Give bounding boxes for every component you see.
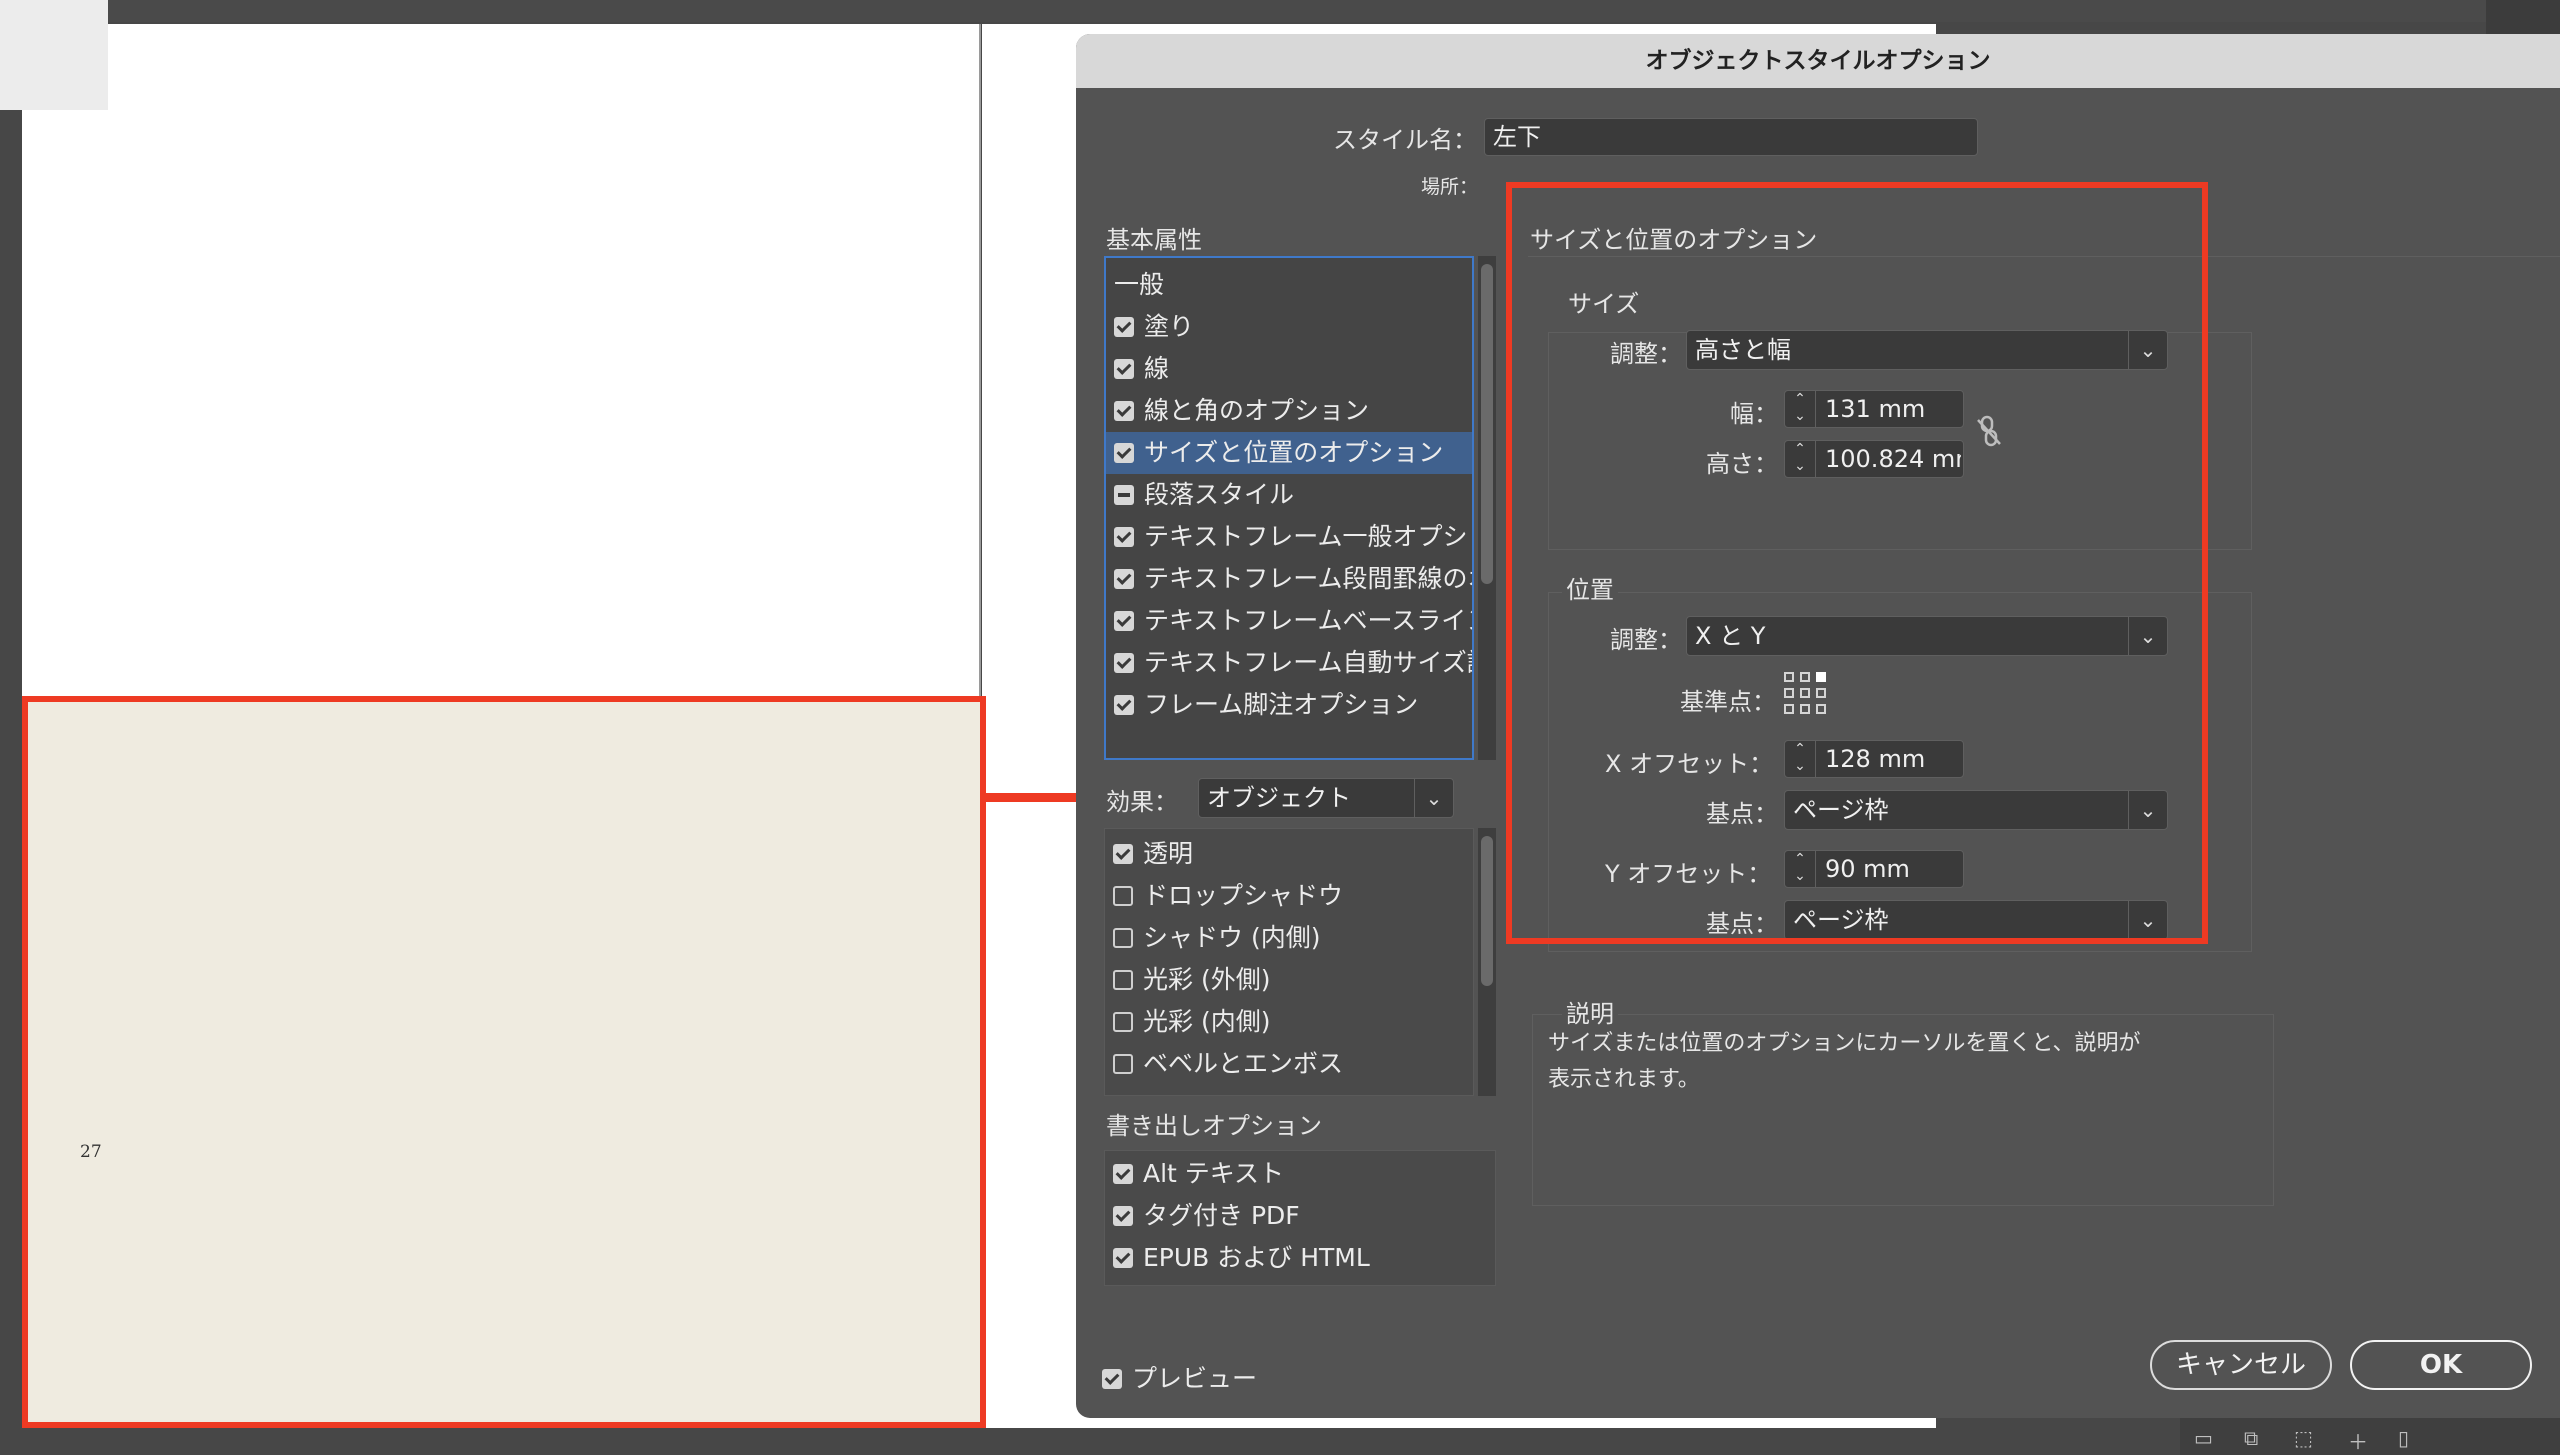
effects-list[interactable]: 透明 ドロップシャドウ シャドウ (内側) 光彩 (外側) 光彩 (内側) ベベ… xyxy=(1104,828,1474,1096)
basic-attributes-label: 基本属性 xyxy=(1106,226,1202,254)
effects-list-scrollbar[interactable] xyxy=(1478,828,1496,1096)
object-style-options-dialog: オブジェクトスタイルオプション スタイル名： 左下 場所： 基本属性 一般 塗り… xyxy=(1076,34,2560,1418)
effects-select-value: オブジェクト xyxy=(1207,784,1351,812)
cancel-button[interactable]: キャンセル xyxy=(2150,1340,2332,1390)
list-item-outer-glow[interactable]: 光彩 (外側) xyxy=(1105,959,1473,1001)
list-item-label: テキストフレーム自動サイズ調 xyxy=(1144,648,1474,677)
list-item-label: 線 xyxy=(1144,354,1170,383)
list-item-column-rules[interactable]: テキストフレーム段間罫線のオ xyxy=(1106,558,1472,600)
style-name-label: スタイル名： xyxy=(1333,126,1477,154)
description-line-1: サイズまたは位置のオプションにカーソルを置くと、説明が xyxy=(1548,1031,2141,1056)
list-item-stroke[interactable]: 線 xyxy=(1106,348,1472,390)
list-item-label: シャドウ (内側) xyxy=(1143,923,1321,952)
description-label: 説明 xyxy=(1562,994,1618,1029)
list-item-inner-glow[interactable]: 光彩 (内側) xyxy=(1105,1001,1473,1043)
checkbox-icon[interactable] xyxy=(1114,527,1134,547)
page-corner xyxy=(0,0,108,110)
chevron-down-icon: ⌄ xyxy=(1414,779,1453,817)
list-item-epub-html[interactable]: EPUB および HTML xyxy=(1105,1237,1495,1279)
list-item-text-frame-general[interactable]: テキストフレーム一般オプショ xyxy=(1106,516,1472,558)
checkbox-icon[interactable] xyxy=(1113,928,1133,948)
basic-list-scrollbar[interactable] xyxy=(1478,256,1496,760)
list-item-footnote[interactable]: フレーム脚注オプション xyxy=(1106,684,1472,726)
list-item-label: テキストフレームベースライン xyxy=(1144,606,1474,635)
checkbox-icon[interactable] xyxy=(1114,695,1134,715)
list-item-stroke-corner[interactable]: 線と角のオプション xyxy=(1106,390,1472,432)
list-item-auto-size[interactable]: テキストフレーム自動サイズ調 xyxy=(1106,642,1472,684)
new-style-icon[interactable]: ＋ xyxy=(2348,1426,2368,1455)
checkbox-icon[interactable] xyxy=(1113,844,1133,864)
list-item-paragraph-style[interactable]: 段落スタイル xyxy=(1106,474,1472,516)
preview-label: プレビュー xyxy=(1132,1364,1258,1393)
folder-icon[interactable]: ▭ xyxy=(2194,1426,2213,1450)
list-item-baseline[interactable]: テキストフレームベースライン xyxy=(1106,600,1472,642)
list-item-label: EPUB および HTML xyxy=(1143,1243,1370,1272)
location-label: 場所： xyxy=(1421,176,1479,198)
list-item-label: 光彩 (外側) xyxy=(1143,965,1271,994)
ok-button[interactable]: OK xyxy=(2350,1340,2532,1390)
checkbox-icon[interactable] xyxy=(1113,1164,1133,1184)
checkbox-icon[interactable] xyxy=(1113,886,1133,906)
list-item-label: サイズと位置のオプション xyxy=(1144,438,1444,467)
effects-select[interactable]: オブジェクト ⌄ xyxy=(1198,778,1454,818)
checkbox-icon[interactable] xyxy=(1114,317,1134,337)
list-item-transparency[interactable]: 透明 xyxy=(1105,833,1473,875)
page-folio: 27 xyxy=(80,1142,102,1162)
list-item-label: タグ付き PDF xyxy=(1143,1201,1300,1230)
list-item-label: 一般 xyxy=(1114,270,1165,299)
list-item-label: 塗り xyxy=(1144,312,1195,341)
highlight-frame-box xyxy=(22,696,986,1428)
checkbox-icon[interactable] xyxy=(1113,1248,1133,1268)
checkbox-icon[interactable] xyxy=(1114,485,1134,505)
checkbox-icon[interactable] xyxy=(1113,970,1133,990)
highlight-panel-box xyxy=(1506,182,2208,944)
checkbox-icon[interactable] xyxy=(1114,443,1134,463)
list-item-label: 光彩 (内側) xyxy=(1143,1007,1271,1036)
scrollbar-thumb[interactable] xyxy=(1481,264,1493,584)
list-item-label: テキストフレーム一般オプショ xyxy=(1144,522,1474,551)
checkbox-icon[interactable] xyxy=(1114,359,1134,379)
list-item-label: 段落スタイル xyxy=(1144,480,1295,509)
export-options-list[interactable]: Alt テキスト タグ付き PDF EPUB および HTML xyxy=(1104,1150,1496,1286)
list-item-label: フレーム脚注オプション xyxy=(1144,690,1419,719)
list-item-label: Alt テキスト xyxy=(1143,1159,1285,1188)
scrollbar-thumb[interactable] xyxy=(1481,836,1493,986)
checkbox-icon[interactable] xyxy=(1113,1012,1133,1032)
checkbox-icon[interactable] xyxy=(1102,1369,1122,1389)
effects-label: 効果： xyxy=(1106,788,1178,816)
basic-attributes-list[interactable]: 一般 塗り 線 線と角のオプション サイズと位置のオプション 段落スタイル テキ… xyxy=(1104,256,1474,760)
style-name-field[interactable]: 左下 xyxy=(1484,118,1978,156)
list-item-general[interactable]: 一般 xyxy=(1106,264,1472,306)
checkbox-icon[interactable] xyxy=(1114,569,1134,589)
clear-override-icon[interactable]: ⬚ xyxy=(2294,1426,2313,1450)
list-item-tagged-pdf[interactable]: タグ付き PDF xyxy=(1105,1195,1495,1237)
application-bar xyxy=(0,0,2560,22)
list-item-fill[interactable]: 塗り xyxy=(1106,306,1472,348)
list-item-alt-text[interactable]: Alt テキスト xyxy=(1105,1153,1495,1195)
list-item-label: 線と角のオプション xyxy=(1144,396,1370,425)
list-item-label: ドロップシャドウ xyxy=(1143,881,1344,910)
style-icon[interactable]: ⧉ xyxy=(2244,1426,2258,1450)
list-item-size-position[interactable]: サイズと位置のオプション xyxy=(1106,432,1472,474)
export-options-label: 書き出しオプション xyxy=(1106,1112,1322,1140)
checkbox-icon[interactable] xyxy=(1114,611,1134,631)
description-line-2: 表示されます。 xyxy=(1548,1067,1700,1092)
list-item-label: 透明 xyxy=(1143,839,1194,868)
list-item-drop-shadow[interactable]: ドロップシャドウ xyxy=(1105,875,1473,917)
trash-icon[interactable]: ▯ xyxy=(2398,1426,2409,1450)
bottom-toolbar: ▭ ⧉ ⬚ ＋ ▯ xyxy=(2180,1418,2560,1455)
preview-checkbox[interactable]: プレビュー xyxy=(1094,1358,1294,1400)
dialog-title: オブジェクトスタイルオプション xyxy=(1076,34,2560,88)
list-item-inner-shadow[interactable]: シャドウ (内側) xyxy=(1105,917,1473,959)
checkbox-icon[interactable] xyxy=(1113,1054,1133,1074)
list-item-bevel-emboss[interactable]: ベベルとエンボス xyxy=(1105,1043,1473,1085)
checkbox-icon[interactable] xyxy=(1114,401,1134,421)
checkbox-icon[interactable] xyxy=(1114,653,1134,673)
list-item-label: テキストフレーム段間罫線のオ xyxy=(1144,564,1474,593)
checkbox-icon[interactable] xyxy=(1113,1206,1133,1226)
panel-strip xyxy=(2486,0,2560,34)
list-item-label: ベベルとエンボス xyxy=(1143,1049,1344,1078)
